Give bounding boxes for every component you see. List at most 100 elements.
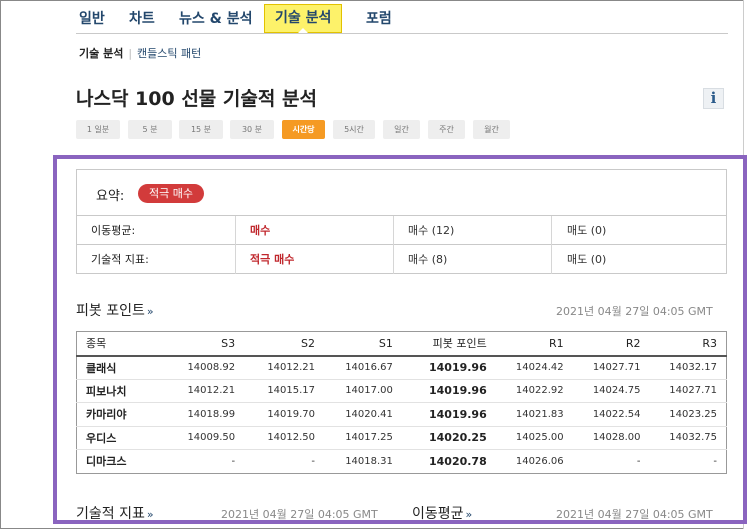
nav-tab-general[interactable]: 일반: [76, 6, 108, 34]
column-header-r2: R2: [572, 331, 650, 357]
column-header-s2: S2: [244, 331, 325, 357]
moving-average-title[interactable]: 이동평균»: [412, 503, 472, 523]
nav-tab-technical-analysis[interactable]: 기술 분석: [264, 4, 343, 33]
cell-pivot: 14019.96: [401, 355, 496, 380]
period-button-30min[interactable]: 30 분: [230, 120, 274, 139]
chevron-right-icon: »: [465, 508, 473, 521]
summary-badge: 적극 매수: [138, 184, 204, 203]
technical-indicators-timestamp: 2021년 04월 27일 04:05 GMT: [221, 508, 378, 521]
cell-s1: 14017.00: [324, 379, 402, 403]
column-header-pivot: 피봇 포인트: [401, 331, 496, 357]
cell-pivot: 14019.96: [401, 402, 496, 427]
summary-row-buy-count: 매수 (8): [408, 253, 448, 266]
column-header-s3: S3: [166, 331, 245, 357]
cell-r1: 14024.42: [495, 355, 573, 380]
cell-s3: 14012.21: [166, 379, 245, 403]
cell-s1: 14017.25: [324, 426, 402, 450]
cell-r1: 14021.83: [495, 402, 573, 427]
period-button-hourly[interactable]: 시간당: [282, 120, 325, 139]
cell-pivot: 14019.96: [401, 379, 496, 403]
summary-divider: [551, 216, 552, 245]
summary-divider: [235, 216, 236, 245]
summary-divider: [235, 245, 236, 274]
cell-s3: 14009.50: [166, 426, 245, 450]
summary-row-signal: 매수: [250, 224, 271, 237]
cell-r2: 14022.54: [572, 402, 650, 427]
cell-symbol: 우디스: [76, 426, 167, 450]
period-button-5hour[interactable]: 5시간: [333, 120, 375, 139]
cell-s2: 14012.21: [244, 355, 325, 380]
info-icon[interactable]: i: [703, 88, 724, 109]
cell-r1: 14025.00: [495, 426, 573, 450]
subnav-separator: |: [128, 47, 133, 60]
cell-s1: 14018.31: [345, 455, 393, 467]
moving-average-title-text: 이동평균: [412, 506, 464, 522]
summary-row-buy-count: 매수 (12): [408, 224, 455, 237]
period-button-5min[interactable]: 5 분: [128, 120, 172, 139]
period-button-monthly[interactable]: 월간: [473, 120, 510, 139]
pivot-points-table: 종목 S3 S2 S1 피봇 포인트 R1 R2 R3 클래식 14008.92…: [76, 331, 727, 474]
pivot-points-title-text: 피봇 포인트: [76, 303, 145, 319]
cell-symbol: 클래식: [76, 355, 167, 380]
summary-divider: [393, 216, 394, 245]
cell-r1: 14022.92: [495, 379, 573, 403]
cell-pivot: 14020.78: [428, 454, 487, 468]
cell-pivot: 14020.25: [401, 426, 496, 450]
cell-r2: 14027.71: [572, 355, 650, 380]
summary-row-name: 기술적 지표:: [91, 253, 149, 266]
column-header-r3: R3: [649, 331, 727, 357]
table-row: 우디스 14009.50 14012.50 14017.25 14020.25 …: [76, 426, 727, 450]
cell-s2: 14012.50: [244, 426, 325, 450]
cell-s2: 14019.70: [244, 402, 325, 427]
nav-tab-chart[interactable]: 차트: [126, 6, 158, 34]
subnav-link-candlestick[interactable]: 캔들스틱 패턴: [137, 47, 201, 60]
period-button-daily[interactable]: 일간: [383, 120, 420, 139]
sub-nav: 기술 분석 | 캔들스틱 패턴: [79, 45, 201, 61]
summary-row-sell-count: 매도 (0): [567, 253, 607, 266]
nav-tab-news-analysis[interactable]: 뉴스 & 분석: [176, 6, 255, 34]
cell-r3: -: [713, 455, 717, 467]
summary-label: 요약:: [96, 189, 125, 204]
subnav-current: 기술 분석: [79, 47, 124, 60]
cell-s3: -: [231, 455, 236, 467]
cell-symbol: 디마크스: [86, 455, 127, 469]
nav-tab-forum[interactable]: 포럼: [363, 6, 395, 34]
summary-box: 요약: 적극 매수 이동평균: 매수 매수 (12) 매도 (0) 기술적 지표…: [76, 169, 727, 274]
main-nav: 일반 차트 뉴스 & 분석 기술 분석 포럼: [76, 4, 728, 34]
cell-s3: 14008.92: [166, 355, 245, 380]
technical-indicators-title[interactable]: 기술적 지표»: [76, 503, 154, 523]
technical-indicators-title-text: 기술적 지표: [76, 506, 145, 522]
cell-r3: 14032.17: [649, 355, 727, 380]
period-button-weekly[interactable]: 주간: [428, 120, 465, 139]
cell-r3: 14027.71: [649, 379, 727, 403]
pivot-points-timestamp: 2021년 04월 27일 04:05 GMT: [556, 305, 713, 318]
cell-s2: -: [311, 455, 316, 467]
page-title: 나스닥 100 선물 기술적 분석: [76, 88, 317, 110]
summary-divider: [551, 245, 552, 274]
cell-symbol: 카마리야: [76, 402, 167, 427]
cell-r2: 14028.00: [572, 426, 650, 450]
cell-r2: -: [636, 455, 641, 467]
column-header-r1: R1: [495, 331, 573, 357]
table-row: 카마리야 14018.99 14019.70 14020.41 14019.96…: [76, 402, 727, 427]
summary-row-name: 이동평균:: [91, 224, 136, 237]
summary-row-moving-average: 이동평균: 매수 매수 (12) 매도 (0): [77, 216, 726, 245]
period-button-1min[interactable]: 1 일분: [76, 120, 120, 139]
table-row: 디마크스 - - 14018.31 14020.78 14026.06 - -: [77, 450, 727, 474]
cell-symbol: 피보나치: [76, 379, 167, 403]
chevron-right-icon: »: [146, 508, 154, 521]
period-button-15min[interactable]: 15 분: [179, 120, 223, 139]
pivot-points-title[interactable]: 피봇 포인트»: [76, 300, 154, 320]
cell-s2: 14015.17: [244, 379, 325, 403]
summary-row-sell-count: 매도 (0): [567, 224, 607, 237]
cell-r1: 14026.06: [515, 455, 564, 467]
cell-s3: 14018.99: [166, 402, 245, 427]
cell-s1: 14016.67: [324, 355, 402, 380]
table-row: 클래식 14008.92 14012.21 14016.67 14019.96 …: [76, 355, 727, 380]
cell-r2: 14024.75: [572, 379, 650, 403]
cell-r3: 14032.75: [649, 426, 727, 450]
table-header-row: 종목 S3 S2 S1 피봇 포인트 R1 R2 R3: [76, 331, 727, 357]
summary-divider: [393, 245, 394, 274]
moving-average-timestamp: 2021년 04월 27일 04:05 GMT: [556, 508, 713, 521]
cell-s1: 14020.41: [324, 402, 402, 427]
